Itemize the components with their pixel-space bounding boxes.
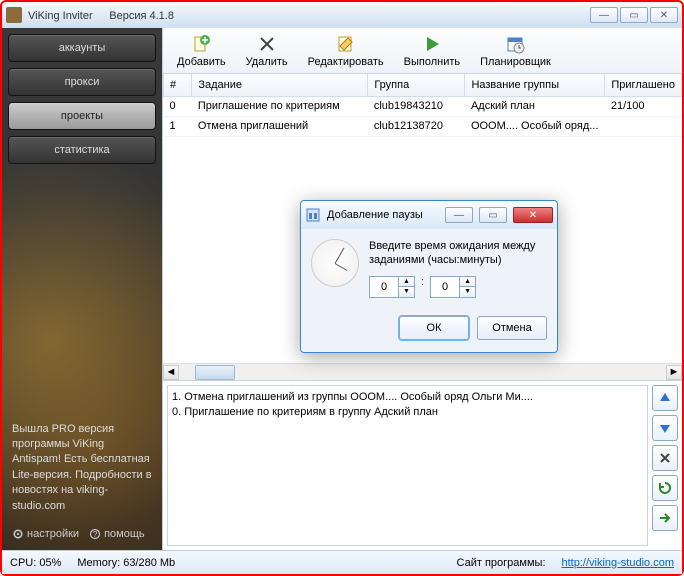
log-textbox[interactable]: 1. Отмена приглашений из группы ОООМ....…	[167, 385, 648, 546]
statusbar: CPU: 05% Memory: 63/280 Mb Сайт программ…	[2, 550, 682, 574]
app-title: ViKing Inviter Версия 4.1.8	[28, 8, 174, 22]
col-index[interactable]: #	[164, 74, 192, 96]
scroll-left-icon[interactable]: ◄	[163, 365, 179, 380]
app-icon	[6, 7, 22, 23]
delete-label: Удалить	[246, 56, 288, 68]
promo-text: Вышла PRO версия программы ViKing Antisp…	[8, 418, 156, 518]
edit-button[interactable]: Редактировать	[300, 32, 392, 70]
cancel-button[interactable]: Отмена	[477, 316, 547, 340]
site-link[interactable]: http://viking-studio.com	[562, 557, 675, 569]
site-label: Сайт программы:	[457, 557, 546, 569]
sidebar: аккаунты прокси проекты статистика Вышла…	[2, 28, 162, 550]
edit-icon	[336, 34, 356, 54]
log-buttons	[648, 381, 682, 550]
window-controls: ― ▭ ✕	[590, 7, 678, 23]
play-icon	[422, 34, 442, 54]
time-sep: :	[421, 276, 424, 298]
col-group[interactable]: Группа	[368, 74, 465, 96]
dialog-title: Добавление паузы	[327, 209, 423, 221]
log-line: 1. Отмена приглашений из группы ОООМ....…	[172, 390, 643, 405]
calendar-icon	[505, 34, 525, 54]
tasks-table: # Задание Группа Название группы Приглаш…	[163, 74, 682, 137]
gear-icon	[12, 528, 24, 540]
refresh-button[interactable]	[652, 475, 678, 501]
dialog-titlebar: Добавление паузы ― ▭ ✕	[301, 201, 557, 229]
scroll-right-icon[interactable]: ►	[666, 365, 682, 380]
minutes-down-icon[interactable]: ▼	[460, 287, 475, 297]
delete-button[interactable]: Удалить	[238, 32, 296, 70]
col-groupname[interactable]: Название группы	[465, 74, 605, 96]
nav-accounts[interactable]: аккаунты	[8, 34, 156, 62]
table-row[interactable]: 1 Отмена приглашений club12138720 ОООМ..…	[164, 116, 682, 136]
scroll-thumb[interactable]	[195, 365, 235, 380]
add-label: Добавить	[177, 56, 226, 68]
memory-status: Memory: 63/280 Mb	[77, 557, 175, 569]
export-button[interactable]	[652, 505, 678, 531]
add-button[interactable]: Добавить	[169, 32, 234, 70]
move-up-button[interactable]	[652, 385, 678, 411]
move-down-button[interactable]	[652, 415, 678, 441]
minutes-up-icon[interactable]: ▲	[460, 277, 475, 288]
dialog-maximize-button[interactable]: ▭	[479, 207, 507, 223]
cpu-status: CPU: 05%	[10, 557, 61, 569]
pause-dialog: Добавление паузы ― ▭ ✕ Введите время ожи…	[300, 200, 558, 353]
nav-proxy[interactable]: прокси	[8, 68, 156, 96]
dialog-minimize-button[interactable]: ―	[445, 207, 473, 223]
col-task[interactable]: Задание	[192, 74, 368, 96]
add-icon	[191, 34, 211, 54]
minutes-spinner[interactable]: ▲▼	[430, 276, 476, 298]
ok-button[interactable]: ОК	[399, 316, 469, 340]
svg-text:?: ?	[93, 530, 98, 539]
help-link[interactable]: ?помощь	[89, 528, 145, 540]
hours-spinner[interactable]: ▲▼	[369, 276, 415, 298]
minutes-input[interactable]	[431, 277, 459, 297]
help-icon: ?	[89, 528, 101, 540]
sidebar-footer: настройки ?помощь	[8, 524, 156, 544]
dialog-close-button[interactable]: ✕	[513, 207, 553, 223]
col-invited[interactable]: Приглашено	[605, 74, 682, 96]
log-line: 0. Приглашение по критериям в группу Адс…	[172, 405, 643, 420]
app-window: ViKing Inviter Версия 4.1.8 ― ▭ ✕ аккаун…	[0, 0, 684, 576]
hours-up-icon[interactable]: ▲	[399, 277, 414, 288]
horizontal-scrollbar[interactable]: ◄ ►	[163, 363, 682, 380]
settings-link[interactable]: настройки	[12, 528, 79, 540]
clear-button[interactable]	[652, 445, 678, 471]
minimize-button[interactable]: ―	[590, 7, 618, 23]
hours-down-icon[interactable]: ▼	[399, 287, 414, 297]
run-button[interactable]: Выполнить	[396, 32, 468, 70]
edit-label: Редактировать	[308, 56, 384, 68]
dialog-text: Введите время ожидания между заданиями (…	[369, 239, 547, 268]
scheduler-button[interactable]: Планировщик	[472, 32, 559, 70]
delete-icon	[257, 34, 277, 54]
dialog-icon	[305, 207, 321, 223]
close-button[interactable]: ✕	[650, 7, 678, 23]
titlebar: ViKing Inviter Версия 4.1.8 ― ▭ ✕	[2, 2, 682, 28]
toolbar: Добавить Удалить Редактировать Выполнить…	[163, 28, 682, 74]
clock-icon	[311, 239, 359, 287]
log-area: 1. Отмена приглашений из группы ОООМ....…	[163, 380, 682, 550]
run-label: Выполнить	[404, 56, 460, 68]
nav-projects[interactable]: проекты	[8, 102, 156, 130]
table-row[interactable]: 0 Приглашение по критериям club19843210 …	[164, 96, 682, 116]
hours-input[interactable]	[370, 277, 398, 297]
maximize-button[interactable]: ▭	[620, 7, 648, 23]
nav-stats[interactable]: статистика	[8, 136, 156, 164]
scheduler-label: Планировщик	[480, 56, 551, 68]
